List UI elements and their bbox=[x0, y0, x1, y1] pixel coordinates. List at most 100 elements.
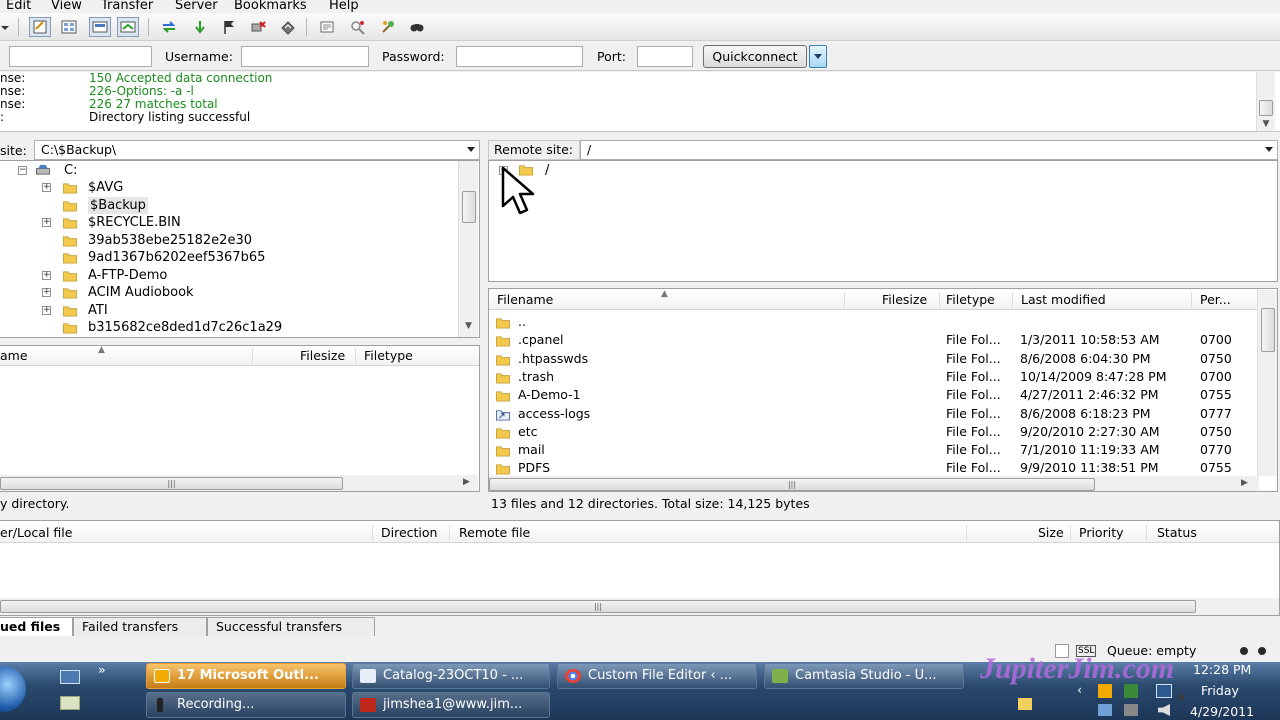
remote-path-combo[interactable]: / bbox=[580, 140, 1278, 160]
column-filesize[interactable]: Filesize bbox=[300, 346, 345, 366]
expand-icon[interactable]: + bbox=[42, 305, 51, 315]
expand-icon[interactable]: + bbox=[42, 288, 51, 297]
queue-hscrollbar[interactable]: ||| bbox=[0, 598, 1279, 615]
column-filetype[interactable]: Filetype bbox=[364, 346, 413, 366]
clock-date[interactable]: 4/29/2011 bbox=[1190, 704, 1254, 719]
table-row[interactable]: .htpasswds File Fol... 8/6/2008 6:04:30 PM… bbox=[489, 350, 1257, 368]
chevron-down-icon[interactable] bbox=[1265, 147, 1273, 152]
remote-list-scroll-thumb[interactable] bbox=[1261, 308, 1275, 352]
tray-app-icon[interactable] bbox=[1124, 684, 1138, 698]
local-tree-scroll-thumb[interactable] bbox=[462, 191, 476, 223]
menu-transfer[interactable]: Transfer bbox=[101, 0, 153, 13]
tray-app-icon[interactable] bbox=[1098, 704, 1112, 716]
message-log[interactable]: nse: 150 Accepted data connection nse: 226… bbox=[0, 72, 1280, 132]
quickconnect-button[interactable]: Quickconnect bbox=[703, 45, 807, 68]
table-row[interactable]: .trash File Fol... 10/14/2009 8:47:28 PM 07… bbox=[489, 368, 1257, 386]
port-input[interactable] bbox=[637, 46, 693, 67]
scroll-right-icon[interactable]: ▶ bbox=[1241, 478, 1248, 488]
synchronized-browsing-icon[interactable] bbox=[347, 17, 369, 37]
tab-queued-files[interactable]: ued files bbox=[0, 617, 73, 636]
scroll-right-icon[interactable]: ▶ bbox=[463, 477, 470, 487]
menu-server[interactable]: Server bbox=[175, 0, 218, 13]
menu-help[interactable]: Help bbox=[329, 0, 359, 13]
table-row[interactable]: etc File Fol... 9/20/2010 2:27:30 AM 0750 bbox=[489, 423, 1257, 441]
local-tree-scrollbar[interactable]: ▼ bbox=[458, 161, 478, 337]
username-input[interactable] bbox=[241, 46, 369, 67]
table-row[interactable]: .cpanel File Fol... 1/3/2011 10:58:53 AM 07… bbox=[489, 331, 1257, 349]
reconnect-icon[interactable] bbox=[277, 17, 299, 37]
scroll-down-icon[interactable]: ▼ bbox=[459, 321, 478, 331]
taskbar-button-custom-file-editor[interactable]: Custom File Editor ‹ ... bbox=[557, 663, 757, 689]
process-queue-icon[interactable] bbox=[189, 17, 211, 37]
expand-icon[interactable]: + bbox=[42, 270, 51, 280]
host-input[interactable] bbox=[9, 46, 152, 67]
remote-directory-tree[interactable]: − / bbox=[488, 160, 1278, 282]
toggle-local-tree-icon[interactable] bbox=[58, 17, 80, 37]
menu-view[interactable]: View bbox=[51, 0, 82, 13]
start-button[interactable] bbox=[0, 666, 26, 712]
taskbar-button-recording[interactable]: Recording... bbox=[146, 692, 346, 718]
column-name[interactable]: ame bbox=[0, 346, 28, 366]
table-row[interactable]: .. bbox=[489, 313, 1257, 331]
taskbar-button-filezilla[interactable]: jimshea1@www.jim... bbox=[352, 692, 550, 718]
disconnect-icon[interactable] bbox=[247, 17, 269, 37]
toggle-queue-icon[interactable] bbox=[117, 17, 139, 37]
local-file-list[interactable]: ame ▲ Filesize Filetype ||| ▶ bbox=[0, 345, 480, 492]
local-list-hscroll-thumb[interactable]: ||| bbox=[0, 477, 343, 490]
column-filetype[interactable]: Filetype bbox=[946, 290, 995, 310]
directory-listing-filters-icon[interactable] bbox=[316, 17, 338, 37]
queue-hscroll-thumb[interactable]: ||| bbox=[0, 600, 1196, 613]
column-remote-file[interactable]: Remote file bbox=[459, 523, 530, 543]
tray-outlook-icon[interactable] bbox=[1098, 684, 1112, 698]
log-scroll-thumb[interactable] bbox=[1259, 100, 1273, 116]
local-path-combo[interactable]: C:\$Backup\ bbox=[34, 140, 480, 160]
scroll-down-icon[interactable]: ▼ bbox=[1257, 119, 1275, 129]
local-directory-tree[interactable]: − C: + $AVG $Backup + $RECYCLE.BIN 39ab538ebe… bbox=[0, 160, 480, 338]
toggle-message-log-icon[interactable] bbox=[29, 17, 51, 37]
quicklaunch-more-icon[interactable]: » bbox=[98, 662, 106, 677]
clock-day[interactable]: Friday bbox=[1201, 683, 1239, 698]
tray-app-icon[interactable] bbox=[1124, 704, 1138, 716]
site-manager-dropdown-icon[interactable] bbox=[0, 17, 10, 37]
expand-icon[interactable]: + bbox=[42, 218, 51, 227]
quickconnect-history-dropdown[interactable] bbox=[809, 45, 827, 68]
menu-edit[interactable]: Edit bbox=[6, 0, 31, 13]
volume-icon[interactable] bbox=[1158, 704, 1170, 716]
column-last-modified[interactable]: Last modified bbox=[1021, 290, 1106, 310]
tray-expand-icon[interactable]: ‹ bbox=[1077, 682, 1082, 697]
log-scrollbar[interactable]: ▼ bbox=[1256, 72, 1275, 131]
column-filesize[interactable]: Filesize bbox=[882, 290, 927, 310]
password-input[interactable] bbox=[456, 46, 583, 67]
tray-folder-icon[interactable] bbox=[1018, 698, 1032, 710]
column-priority[interactable]: Priority bbox=[1079, 523, 1124, 543]
show-desktop-icon[interactable] bbox=[60, 670, 80, 684]
table-row[interactable]: access-logs File Fol... 8/6/2008 6:18:23 P… bbox=[489, 405, 1257, 423]
menu-bookmarks[interactable]: Bookmarks bbox=[234, 0, 307, 13]
tab-successful-transfers[interactable]: Successful transfers bbox=[207, 617, 375, 636]
quicklaunch-icon[interactable] bbox=[60, 696, 80, 710]
column-local-file[interactable]: er/Local file bbox=[0, 523, 72, 543]
refresh-icon[interactable] bbox=[158, 17, 180, 37]
remote-list-scrollbar[interactable] bbox=[1257, 290, 1277, 476]
column-permissions[interactable]: Per... bbox=[1200, 290, 1231, 310]
table-row[interactable]: PDFS File Fol... 9/9/2010 11:38:51 PM 0755 bbox=[489, 459, 1257, 477]
network-icon[interactable] bbox=[1156, 684, 1172, 698]
chevron-down-icon[interactable] bbox=[467, 147, 475, 152]
taskbar-button-catalog[interactable]: Catalog-23OCT10 - ... bbox=[352, 663, 550, 689]
expand-icon[interactable]: + bbox=[42, 183, 51, 192]
remote-list-hscrollbar[interactable]: ||| ▶ bbox=[489, 476, 1259, 491]
toggle-remote-tree-icon[interactable] bbox=[89, 17, 111, 37]
column-filename[interactable]: Filename bbox=[497, 290, 553, 310]
tab-failed-transfers[interactable]: Failed transfers bbox=[73, 617, 207, 636]
directory-comparison-icon[interactable] bbox=[377, 17, 399, 37]
taskbar-button-outlook[interactable]: 17 Microsoft Outl... bbox=[146, 663, 346, 689]
cancel-operation-icon[interactable] bbox=[218, 17, 240, 37]
taskbar-button-camtasia[interactable]: Camtasia Studio - U... bbox=[764, 663, 964, 689]
column-status[interactable]: Status bbox=[1157, 523, 1197, 543]
column-direction[interactable]: Direction bbox=[381, 523, 437, 543]
local-list-hscrollbar[interactable]: ||| ▶ bbox=[0, 475, 478, 491]
remote-list-hscroll-thumb[interactable]: ||| bbox=[489, 478, 1095, 491]
transfer-queue[interactable]: er/Local file Direction Remote file Size… bbox=[0, 520, 1280, 616]
search-remote-files-icon[interactable] bbox=[406, 17, 428, 37]
table-row[interactable]: mail File Fol... 7/1/2010 11:19:33 AM 0770 bbox=[489, 441, 1257, 459]
